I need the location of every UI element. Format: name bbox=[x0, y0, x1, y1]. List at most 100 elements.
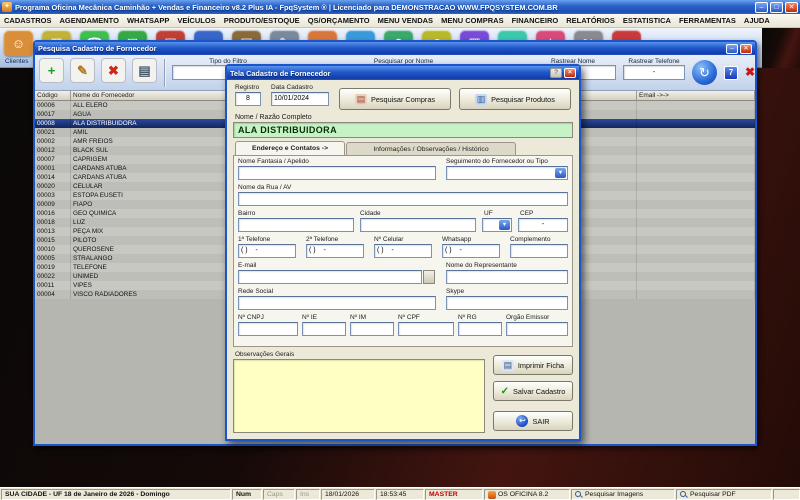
rede-social-input[interactable] bbox=[238, 296, 436, 310]
menu-item-whatsapp[interactable]: WHATSAPP bbox=[123, 16, 173, 25]
search-minimize-button[interactable]: – bbox=[726, 44, 738, 54]
menu-bar: CADASTROSAGENDAMENTOWHATSAPPVEÍCULOSPROD… bbox=[0, 14, 800, 28]
salvar-cadastro-label: Salvar Cadastro bbox=[513, 387, 565, 396]
pesquisar-compras-button[interactable]: ▤ Pesquisar Compras bbox=[339, 88, 451, 110]
search-close-button[interactable]: ✕ bbox=[740, 44, 752, 54]
tab-endereco-contatos[interactable]: Endereço e Contatos -> bbox=[235, 141, 345, 155]
nome-razao-field[interactable]: ALA DISTRIBUIDORA bbox=[233, 122, 573, 138]
menu-item-estatistica[interactable]: ESTATISTICA bbox=[619, 16, 675, 25]
menu-item-produto-estoque[interactable]: PRODUTO/ESTOQUE bbox=[220, 16, 304, 25]
column-header-email[interactable]: Email ->-> bbox=[637, 91, 755, 100]
sair-button[interactable]: ↩ SAIR bbox=[493, 411, 573, 431]
observacoes-textarea[interactable] bbox=[233, 359, 485, 433]
rg-label: Nº RG bbox=[458, 314, 477, 321]
data-cadastro-field[interactable]: 10/01/2024 bbox=[271, 92, 329, 106]
menu-item-menu-vendas[interactable]: MENU VENDAS bbox=[374, 16, 437, 25]
observacoes-label: Observações Gerais bbox=[235, 351, 294, 358]
skype-input[interactable] bbox=[446, 296, 568, 310]
complemento-input[interactable] bbox=[510, 244, 568, 258]
status-filler bbox=[773, 489, 800, 500]
app-icon: ✦ bbox=[2, 2, 12, 12]
rua-input[interactable] bbox=[238, 192, 568, 206]
email-lookup-button[interactable] bbox=[423, 270, 435, 284]
search-images-button[interactable]: Pesquisar Imagens bbox=[571, 489, 675, 500]
delete-icon[interactable]: ✖ bbox=[101, 58, 126, 83]
menu-item-ferramentas[interactable]: FERRAMENTAS bbox=[675, 16, 740, 25]
cep-label: CEP bbox=[520, 210, 533, 217]
status-version-label: OS OFICINA 8.2 bbox=[498, 490, 548, 499]
representante-input[interactable] bbox=[446, 270, 568, 284]
pesquisar-produtos-button[interactable]: ▥ Pesquisar Produtos bbox=[459, 88, 571, 110]
bairro-input[interactable] bbox=[238, 218, 354, 232]
pesquisar-compras-label: Pesquisar Compras bbox=[371, 95, 435, 104]
chevron-down-icon[interactable]: ▼ bbox=[499, 220, 510, 230]
rastrear-telefone-input[interactable]: - bbox=[623, 65, 685, 80]
exit-arrow-icon: ↩ bbox=[516, 415, 528, 427]
magnifier-icon bbox=[680, 491, 688, 499]
dialog-close-button[interactable]: ✕ bbox=[564, 68, 576, 78]
menu-item-ve-culos[interactable]: VEÍCULOS bbox=[173, 16, 219, 25]
menu-item-menu-compras[interactable]: MENU COMPRAS bbox=[437, 16, 508, 25]
dialog-titlebar[interactable]: Tela Cadastro de Fornecedor ? ✕ bbox=[227, 66, 579, 80]
whatsapp-input[interactable]: ( ) - bbox=[442, 244, 500, 258]
tab-informacoes-observacoes[interactable]: Informações / Observações / Histórico bbox=[346, 142, 516, 155]
record-toolbar: +✎✖▤ bbox=[39, 58, 157, 83]
seguimento-select[interactable]: ▼ bbox=[446, 166, 568, 180]
pesquisar-produtos-label: Pesquisar Produtos bbox=[491, 95, 555, 104]
ie-label: Nº IE bbox=[302, 314, 317, 321]
email-input[interactable] bbox=[238, 270, 422, 284]
uf-select[interactable]: ▼ bbox=[482, 218, 512, 232]
search-images-label: Pesquisar Imagens bbox=[585, 490, 643, 499]
cidade-input[interactable] bbox=[360, 218, 476, 232]
title-bar: ✦ Programa Oficina Mecânica Caminhão + V… bbox=[0, 0, 800, 14]
search-window-titlebar[interactable]: Pesquisa Cadastro de Fornecedor – ✕ bbox=[35, 42, 755, 55]
add-icon[interactable]: + bbox=[39, 58, 64, 83]
celular-input[interactable]: ( ) - bbox=[374, 244, 432, 258]
tel2-input[interactable]: ( ) - bbox=[306, 244, 364, 258]
rua-label: Nome da Rua / AV bbox=[238, 184, 291, 191]
status-version: OS OFICINA 8.2 bbox=[484, 489, 570, 500]
salvar-cadastro-button[interactable]: ✓ Salvar Cadastro bbox=[493, 381, 573, 401]
registro-field[interactable]: 8 bbox=[235, 92, 261, 106]
cep-input[interactable]: - bbox=[518, 218, 568, 232]
chevron-down-icon[interactable]: ▼ bbox=[555, 168, 566, 178]
clear-filter-icon[interactable]: ✖ bbox=[745, 65, 755, 79]
produtos-icon: ▥ bbox=[475, 94, 487, 105]
menu-item-relat-rios[interactable]: RELATÓRIOS bbox=[562, 16, 619, 25]
status-ins-indicator: Ins bbox=[296, 489, 320, 500]
tel1-input[interactable]: ( ) - bbox=[238, 244, 296, 258]
im-label: Nº IM bbox=[350, 314, 366, 321]
nome-fantasia-label: Nome Fantasia / Apelido bbox=[238, 158, 309, 165]
menu-item-qs-or-amento[interactable]: QS/ORÇAMENTO bbox=[304, 16, 374, 25]
menu-item-cadastros[interactable]: CADASTROS bbox=[0, 16, 56, 25]
im-input[interactable] bbox=[350, 322, 394, 336]
column-header-codigo[interactable]: Código bbox=[35, 91, 71, 100]
orgao-emissor-input[interactable] bbox=[506, 322, 568, 336]
menu-item-ajuda[interactable]: AJUDA bbox=[740, 16, 774, 25]
close-button[interactable]: ✕ bbox=[785, 2, 798, 13]
print-icon[interactable]: ▤ bbox=[132, 58, 157, 83]
minimize-button[interactable]: – bbox=[755, 2, 768, 13]
app-title: Programa Oficina Mecânica Caminhão + Ven… bbox=[15, 3, 752, 12]
edit-icon[interactable]: ✎ bbox=[70, 58, 95, 83]
status-date: 18/01/2026 bbox=[321, 489, 375, 500]
ie-input[interactable] bbox=[302, 322, 346, 336]
cpf-input[interactable] bbox=[398, 322, 454, 336]
clientes-icon[interactable]: ☺ bbox=[4, 30, 33, 56]
rg-input[interactable] bbox=[458, 322, 502, 336]
seguimento-label: Seguimento do Fornecedor ou Tipo bbox=[446, 158, 548, 165]
nome-fantasia-input[interactable] bbox=[238, 166, 436, 180]
filter-rastrear-telefone-group: Rastrear Telefone - bbox=[623, 58, 685, 80]
refresh-button[interactable]: ↻ bbox=[692, 60, 717, 85]
maximize-button[interactable]: □ bbox=[770, 2, 783, 13]
menu-item-agendamento[interactable]: AGENDAMENTO bbox=[56, 16, 123, 25]
imprimir-ficha-button[interactable]: ▤ Imprimir Ficha bbox=[493, 355, 573, 375]
menu-item-financeiro[interactable]: FINANCEIRO bbox=[508, 16, 563, 25]
cnpj-input[interactable] bbox=[238, 322, 298, 336]
representante-label: Nome do Representante bbox=[446, 262, 517, 269]
search-pdf-button[interactable]: Pesquisar PDF bbox=[676, 489, 772, 500]
fornecedor-dialog: Tela Cadastro de Fornecedor ? ✕ Registro… bbox=[225, 64, 581, 441]
dialog-help-button[interactable]: ? bbox=[550, 68, 562, 78]
complemento-label: Complemento bbox=[510, 236, 550, 243]
dialog-body: Registro 8 Data Cadastro 10/01/2024 ▤ Pe… bbox=[227, 80, 579, 439]
